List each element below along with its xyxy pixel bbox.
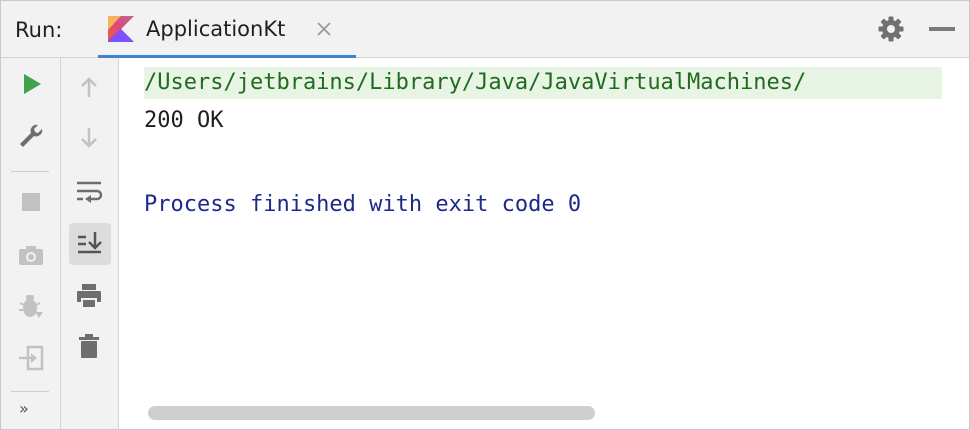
scroll-to-end-button[interactable] <box>69 223 111 265</box>
run-label: Run: <box>15 18 63 42</box>
debug-icon <box>19 295 43 318</box>
tab-applicationkt[interactable]: ApplicationKt <box>98 1 356 59</box>
close-icon[interactable] <box>314 19 334 39</box>
stop-icon <box>22 193 40 211</box>
arrow-up-icon <box>81 77 97 97</box>
arrow-down-icon <box>81 128 97 148</box>
console-toolbar <box>61 58 119 429</box>
clear-all-button[interactable] <box>69 326 109 366</box>
print-icon <box>77 284 101 309</box>
edit-configuration-button[interactable] <box>11 116 51 156</box>
soft-wrap-button[interactable] <box>69 171 109 211</box>
attach-button[interactable] <box>11 338 51 378</box>
console-output[interactable]: /Users/jetbrains/Library/Java/JavaVirtua… <box>119 58 969 429</box>
console-line-exit-code: Process finished with exit code 0 <box>144 192 582 217</box>
console-line-command[interactable]: /Users/jetbrains/Library/Java/JavaVirtua… <box>144 67 942 99</box>
login-icon <box>19 345 44 371</box>
toolbar-separator <box>11 171 49 172</box>
tab-title: ApplicationKt <box>146 17 286 41</box>
kotlin-icon <box>108 16 134 42</box>
camera-icon <box>19 246 43 265</box>
previous-occurrence-button[interactable] <box>69 67 109 107</box>
run-button[interactable] <box>11 64 51 104</box>
soft-wrap-icon <box>77 181 103 203</box>
horizontal-scrollbar[interactable] <box>148 406 595 420</box>
wrench-icon <box>20 124 43 147</box>
print-button[interactable] <box>69 276 109 316</box>
gear-icon[interactable] <box>877 15 905 43</box>
run-icon <box>24 74 41 94</box>
console-line-output: 200 OK <box>144 108 224 133</box>
stop-button[interactable] <box>11 182 51 222</box>
trash-icon <box>79 334 99 358</box>
more-actions-button[interactable]: » <box>19 399 29 418</box>
run-toolbar: » <box>1 58 61 429</box>
scroll-to-end-icon <box>78 232 102 254</box>
run-header: Run: ApplicationKt <box>1 1 969 59</box>
toolbar-separator <box>11 391 49 392</box>
run-tool-window: Run: ApplicationKt » /Users/jetbrains/Li… <box>0 0 970 430</box>
next-occurrence-button[interactable] <box>69 118 109 158</box>
debug-button[interactable] <box>11 286 51 326</box>
minimize-icon[interactable] <box>929 27 955 31</box>
dump-threads-button[interactable] <box>11 236 51 276</box>
